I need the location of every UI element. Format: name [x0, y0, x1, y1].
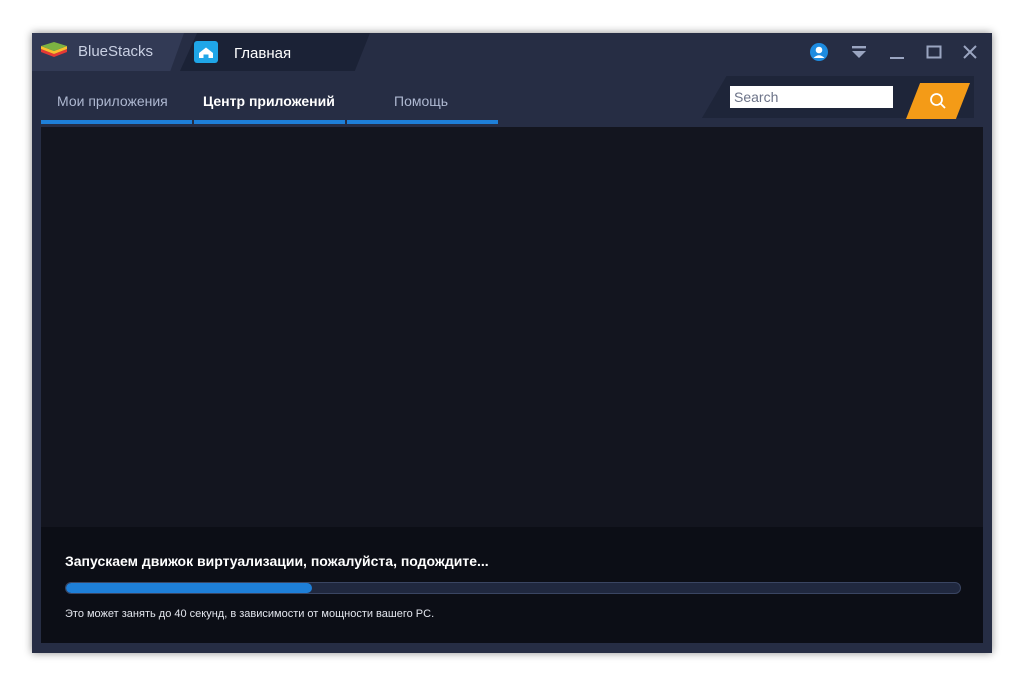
progress-bar — [65, 582, 961, 594]
minimize-icon[interactable] — [887, 42, 907, 62]
nav-underline-app-center — [194, 120, 345, 124]
nav-my-apps[interactable]: Мои приложения — [57, 93, 168, 109]
close-icon[interactable] — [960, 42, 980, 62]
search-icon — [930, 93, 946, 109]
maximize-icon[interactable] — [924, 42, 944, 62]
nav-help[interactable]: Помощь — [394, 93, 448, 109]
brand-name: BlueStacks — [78, 43, 154, 60]
loading-title: Запускаем движок виртуализации, пожалуйс… — [65, 553, 489, 569]
bluestacks-window: BlueStacks Главная Мои приложения Центр … — [32, 33, 992, 653]
main-content-area — [41, 127, 983, 527]
title-bar: BlueStacks Главная — [32, 33, 992, 71]
search-input[interactable] — [730, 86, 893, 108]
loading-note: Это может занять до 40 секунд, в зависим… — [65, 608, 435, 620]
user-icon[interactable] — [809, 42, 829, 62]
tab-home-label: Главная — [234, 45, 292, 62]
progress-bar-fill — [66, 583, 312, 593]
nav-underline-help — [347, 120, 498, 124]
loading-status-panel: Запускаем движок виртуализации, пожалуйс… — [41, 527, 983, 643]
dropdown-menu-icon[interactable] — [849, 42, 869, 62]
bluestacks-logo-icon — [41, 42, 67, 57]
nav-app-center[interactable]: Центр приложений — [203, 93, 335, 109]
nav-row: Мои приложения Центр приложений Помощь — [32, 71, 992, 127]
nav-underline-my-apps — [41, 120, 192, 124]
home-icon — [194, 41, 218, 63]
